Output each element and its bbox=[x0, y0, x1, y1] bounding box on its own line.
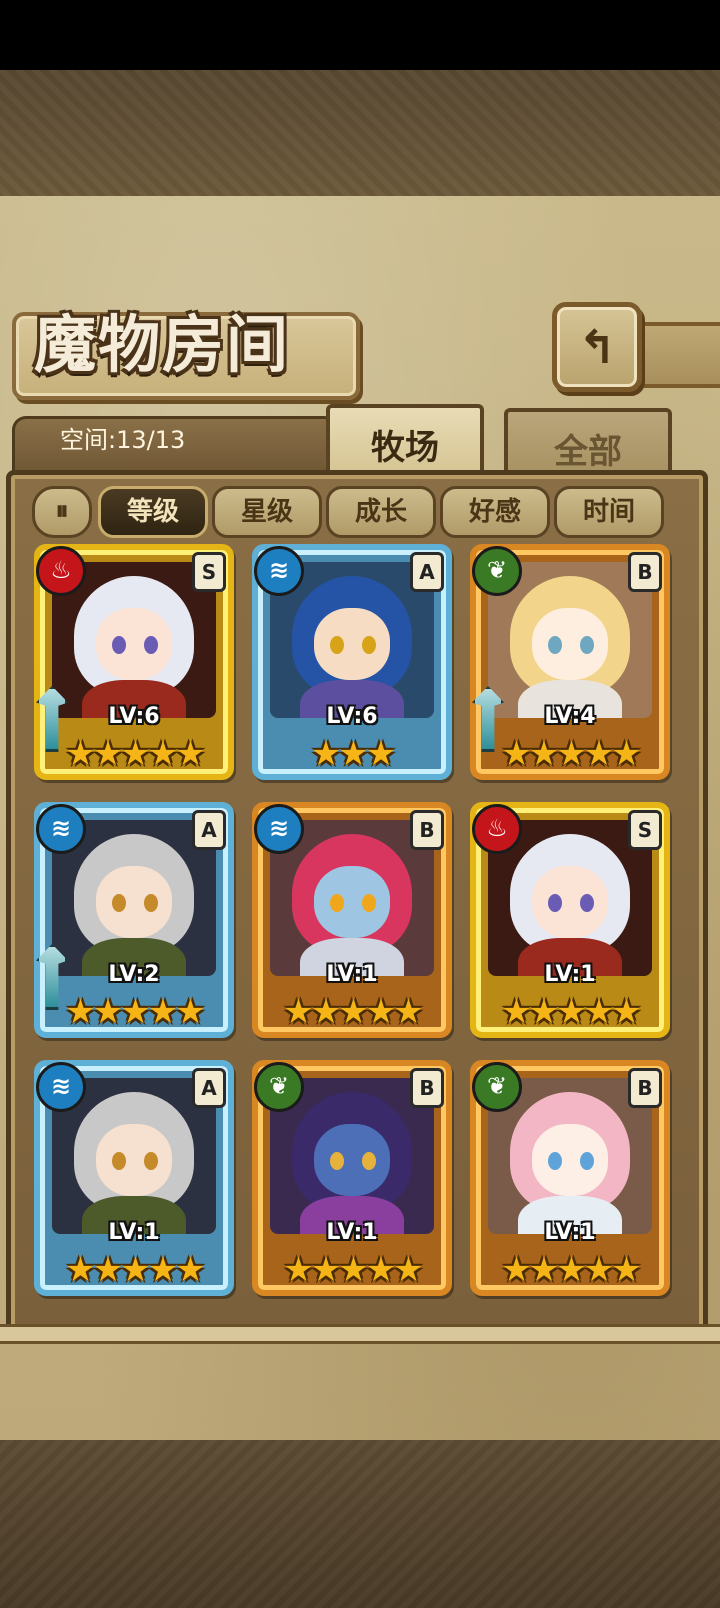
star-rating: ★★★★★ bbox=[65, 992, 205, 1032]
portrait-eye bbox=[548, 636, 562, 654]
space-counter: 空间:13/13 bbox=[60, 426, 186, 454]
portrait-eye bbox=[580, 1152, 594, 1170]
back-rail bbox=[630, 322, 720, 388]
star-rating: ★★★★★ bbox=[65, 1250, 205, 1290]
monster-card[interactable]: ≋ A LV:6 ★★★ bbox=[252, 544, 452, 780]
sort-order-toggle[interactable]: ⏸ bbox=[32, 486, 92, 538]
portrait-face bbox=[314, 608, 390, 680]
rank-badge: A bbox=[192, 810, 226, 850]
water-element-icon: ≋ bbox=[36, 1062, 86, 1112]
portrait-eye bbox=[548, 1152, 562, 1170]
star-rating: ★★★★★ bbox=[501, 1250, 641, 1290]
nature-element-icon: ❦ bbox=[254, 1062, 304, 1112]
sort-by-level-button[interactable]: 等级 bbox=[98, 486, 208, 538]
rank-badge: S bbox=[628, 810, 662, 850]
star-rating: ★★★★★ bbox=[65, 734, 205, 774]
portrait-eye bbox=[144, 894, 158, 912]
rank-badge: B bbox=[628, 1068, 662, 1108]
monster-level: LV:1 bbox=[326, 962, 378, 987]
portrait-face bbox=[314, 866, 390, 938]
star-rating: ★★★★★ bbox=[283, 1250, 423, 1290]
monster-card[interactable]: ♨ S LV:1 ★★★★★ bbox=[470, 802, 670, 1038]
rank-badge: B bbox=[410, 810, 444, 850]
star-rating: ★★★★★ bbox=[501, 992, 641, 1032]
portrait-eye bbox=[112, 1152, 126, 1170]
rank-badge: A bbox=[192, 1068, 226, 1108]
sort-by-time-button[interactable]: 时间 bbox=[554, 486, 664, 538]
monster-card[interactable]: ♨ S LV:6 ★★★★★ bbox=[34, 544, 234, 780]
monster-card[interactable]: ❦ B LV:1 ★★★★★ bbox=[470, 1060, 670, 1296]
sort-order-icon: ⏸ bbox=[55, 496, 69, 526]
portrait-eye bbox=[362, 636, 376, 654]
portrait-face bbox=[532, 608, 608, 680]
star-rating: ★★★★★ bbox=[283, 992, 423, 1032]
portrait-eye bbox=[362, 1152, 376, 1170]
portrait-eye bbox=[330, 894, 344, 912]
monster-card[interactable]: ≋ B LV:1 ★★★★★ bbox=[252, 802, 452, 1038]
portrait-face bbox=[314, 1124, 390, 1196]
monster-level: LV:4 bbox=[544, 704, 596, 729]
rank-badge: S bbox=[192, 552, 226, 592]
monster-level: LV:6 bbox=[326, 704, 378, 729]
monster-level: LV:6 bbox=[108, 704, 160, 729]
portrait-eye bbox=[144, 1152, 158, 1170]
sort-by-growth-button[interactable]: 成长 bbox=[326, 486, 436, 538]
portrait-face bbox=[532, 866, 608, 938]
portrait-eye bbox=[580, 636, 594, 654]
monster-card[interactable]: ❦ B LV:4 ★★★★★ bbox=[470, 544, 670, 780]
monster-card[interactable]: ❦ B LV:1 ★★★★★ bbox=[252, 1060, 452, 1296]
rank-badge: A bbox=[410, 552, 444, 592]
monster-card[interactable]: ≋ A LV:1 ★★★★★ bbox=[34, 1060, 234, 1296]
water-element-icon: ≋ bbox=[36, 804, 86, 854]
back-button[interactable]: ↰ bbox=[552, 302, 642, 392]
portrait-face bbox=[532, 1124, 608, 1196]
portrait-eye bbox=[330, 636, 344, 654]
portrait-eye bbox=[548, 894, 562, 912]
sort-by-stars-button[interactable]: 星级 bbox=[212, 486, 322, 538]
star-rating: ★★★★★ bbox=[501, 734, 641, 774]
portrait-eye bbox=[330, 1152, 344, 1170]
panel-floor bbox=[0, 1324, 720, 1344]
monster-level: LV:1 bbox=[108, 1220, 160, 1245]
rank-badge: B bbox=[628, 552, 662, 592]
monster-level: LV:1 bbox=[544, 962, 596, 987]
portrait-face bbox=[96, 866, 172, 938]
return-arrow-icon: ↰ bbox=[577, 320, 617, 374]
portrait-eye bbox=[144, 636, 158, 654]
monster-level: LV:1 bbox=[544, 1220, 596, 1245]
monster-card[interactable]: ≋ A LV:2 ★★★★★ bbox=[34, 802, 234, 1038]
water-element-icon: ≋ bbox=[254, 804, 304, 854]
sort-by-affection-button[interactable]: 好感 bbox=[440, 486, 550, 538]
portrait-face bbox=[96, 608, 172, 680]
portrait-eye bbox=[362, 894, 376, 912]
tab-pasture[interactable]: 牧场 bbox=[326, 404, 484, 478]
bottom-backdrop bbox=[0, 1440, 720, 1608]
nature-element-icon: ❦ bbox=[472, 546, 522, 596]
portrait-eye bbox=[580, 894, 594, 912]
portrait-eye bbox=[112, 636, 126, 654]
monster-level: LV:1 bbox=[326, 1220, 378, 1245]
portrait-eye bbox=[112, 894, 126, 912]
fire-element-icon: ♨ bbox=[472, 804, 522, 854]
page-title: 魔物房间 bbox=[34, 308, 291, 381]
star-rating: ★★★ bbox=[310, 734, 396, 774]
water-element-icon: ≋ bbox=[254, 546, 304, 596]
nature-element-icon: ❦ bbox=[472, 1062, 522, 1112]
monster-level: LV:2 bbox=[108, 962, 160, 987]
top-backdrop bbox=[0, 70, 720, 200]
portrait-face bbox=[96, 1124, 172, 1196]
rank-badge: B bbox=[410, 1068, 444, 1108]
fire-element-icon: ♨ bbox=[36, 546, 86, 596]
